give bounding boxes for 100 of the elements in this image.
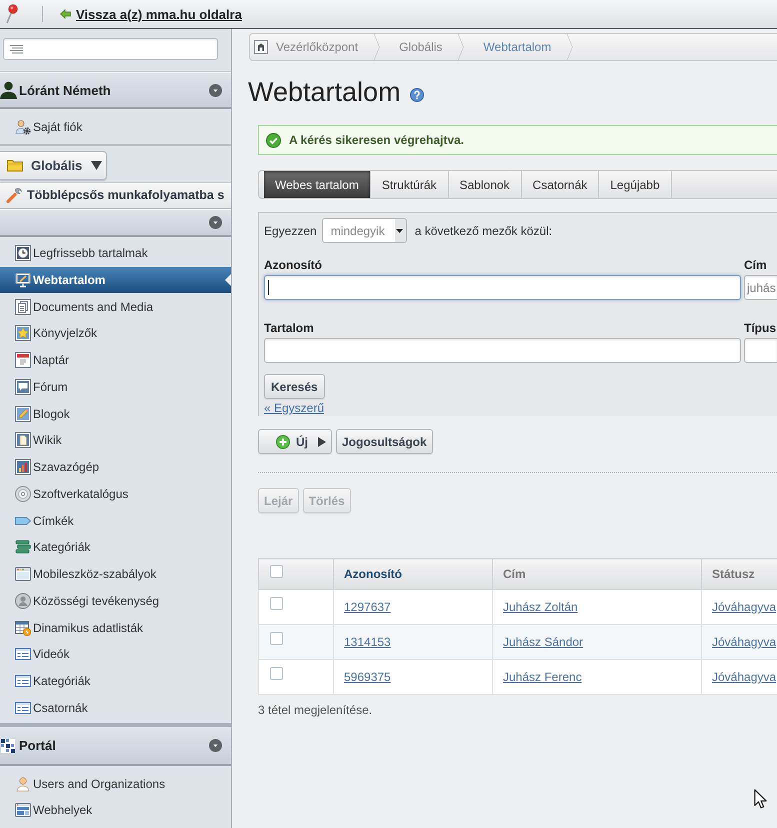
tab[interactable]: Webes tartalom	[264, 171, 371, 198]
field-label: Azonosító	[264, 258, 323, 272]
wrench-icon	[6, 187, 22, 204]
back-link[interactable]: Vissza a(z) mma.hu oldalra	[60, 6, 242, 22]
person-gear-icon	[15, 119, 31, 136]
folder-icon	[7, 158, 23, 172]
list-icon	[15, 673, 31, 690]
status-link[interactable]: Jóváhagyva	[712, 635, 776, 649]
home-icon[interactable]	[254, 40, 268, 54]
simple-search-link[interactable]: « Egyszerű	[264, 402, 324, 415]
website-icon	[15, 802, 31, 818]
plus-circle-icon	[276, 434, 290, 448]
dropdown-icon[interactable]	[209, 739, 222, 752]
checkbox[interactable]	[270, 667, 283, 680]
entry-id-link[interactable]: 1314153	[344, 635, 391, 649]
sidebar-item[interactable]: Csatornák	[0, 694, 231, 722]
status-link[interactable]: Jóváhagyva	[712, 600, 776, 614]
table-icon	[15, 620, 31, 636]
bar-chart-icon	[15, 459, 31, 476]
sidebar-item[interactable]: Kategóriák	[0, 534, 231, 561]
person-icon	[15, 776, 31, 792]
sidebar-item[interactable]: Közösségi tevékenység	[0, 588, 231, 614]
documents-icon	[15, 298, 31, 315]
sidebar-item[interactable]: Naptár	[0, 346, 231, 374]
star-icon	[15, 325, 31, 342]
input-field[interactable]: juhás	[744, 275, 777, 300]
sidebar-item[interactable]: Webhelyek	[0, 797, 231, 824]
input-field[interactable]	[744, 338, 777, 363]
mouse-cursor-icon	[754, 789, 767, 809]
pencil-icon	[15, 406, 31, 422]
checkbox[interactable]	[270, 565, 283, 578]
caret-icon	[396, 228, 403, 232]
column-header[interactable]: Státusz	[702, 558, 777, 590]
permissions-button[interactable]: Jogosultságok	[336, 429, 433, 454]
sidebar-item[interactable]: Users and Organizations	[0, 770, 231, 797]
checkbox[interactable]	[270, 632, 283, 645]
window-icon	[15, 566, 31, 582]
grid-icon	[1, 738, 15, 753]
message-text: A kérés sikeresen végrehajtva.	[289, 133, 464, 147]
entry-title-link[interactable]: Juhász Ferenc	[503, 670, 582, 684]
input-field[interactable]	[264, 275, 741, 300]
speech-bubble-icon	[15, 378, 31, 395]
sidebar-item[interactable]: Blogok	[0, 400, 231, 427]
pin-icon[interactable]	[5, 4, 19, 24]
check-circle-icon	[266, 132, 281, 148]
sidebar-item[interactable]: Legfrissebb tartalmak	[0, 240, 231, 266]
back-arrow-icon	[60, 9, 71, 19]
status-link[interactable]: Jóváhagyva	[712, 670, 776, 684]
page-title: Webtartalom	[248, 76, 401, 108]
entry-id-link[interactable]: 5969375	[344, 670, 391, 684]
sidebar-item[interactable]: Szavazógép	[0, 454, 231, 480]
sidebar-item[interactable]: Mobileszköz-szabályok	[0, 560, 231, 588]
tab[interactable]: Sablonok	[448, 171, 522, 198]
help-icon[interactable]	[410, 88, 424, 102]
panel-title: Lóránt Németh	[19, 82, 112, 98]
site-selector-button[interactable]: Globális	[0, 150, 107, 180]
entry-title-link[interactable]: Juhász Sándor	[503, 635, 584, 649]
sidebar-item[interactable]: Videók	[0, 641, 231, 668]
entry-title-link[interactable]: Juhász Zoltán	[503, 600, 578, 614]
search-field[interactable]	[3, 38, 218, 60]
dropdown-icon[interactable]	[209, 84, 222, 96]
match-select[interactable]: mindegyik	[322, 218, 407, 243]
field-label: Típus	[744, 321, 777, 335]
panel-title: Portál	[19, 738, 57, 754]
tab[interactable]: Legújabb	[599, 171, 672, 198]
field-label: Cím	[744, 258, 768, 272]
sidebar-item[interactable]: Wikik	[0, 427, 231, 454]
clock-icon	[15, 245, 31, 262]
column-header[interactable]: Azonosító	[334, 558, 492, 590]
list-icon	[15, 646, 31, 662]
workflow-panel-header[interactable]: Többlépcsős munkafolyamatba s	[0, 182, 231, 209]
list-icon	[15, 700, 31, 716]
sidebar-item[interactable]: Documents and Media	[0, 293, 231, 320]
lines-icon	[10, 44, 23, 54]
new-button[interactable]: Új	[258, 429, 332, 454]
search-button[interactable]: Keresés	[264, 374, 325, 399]
text-cursor-icon	[268, 280, 269, 295]
tab[interactable]: Struktúrák	[370, 171, 448, 198]
sidebar-item[interactable]: Címkék	[0, 507, 231, 534]
column-header[interactable]: Cím	[492, 558, 702, 590]
checkbox[interactable]	[270, 597, 283, 610]
sidebar-item[interactable]: Szoftverkatalógus	[0, 480, 231, 508]
tab[interactable]: Csatornák	[522, 171, 600, 198]
match-label: a következő mezők közül:	[414, 224, 552, 238]
page-icon	[15, 432, 31, 448]
dropdown-icon[interactable]	[209, 216, 222, 229]
disc-icon	[15, 486, 31, 502]
sidebar-item[interactable]: Saját fiók	[0, 114, 231, 141]
entry-id-link[interactable]: 1297637	[344, 600, 391, 614]
layers-icon	[15, 539, 31, 556]
sidebar-item[interactable]: Dinamikus adatlisták	[0, 614, 231, 641]
sidebar-item[interactable]: Könyvjelzők	[0, 320, 231, 347]
calendar-icon	[15, 352, 31, 368]
sidebar-item[interactable]: Fórum	[0, 374, 231, 400]
sidebar-item[interactable]: Webtartalom	[0, 266, 231, 294]
avatar-icon	[15, 592, 31, 609]
sidebar-item[interactable]: Kategóriák	[0, 668, 231, 694]
match-label: Egyezzen	[264, 224, 317, 238]
input-field[interactable]	[264, 338, 741, 363]
caret-icon	[91, 160, 102, 170]
